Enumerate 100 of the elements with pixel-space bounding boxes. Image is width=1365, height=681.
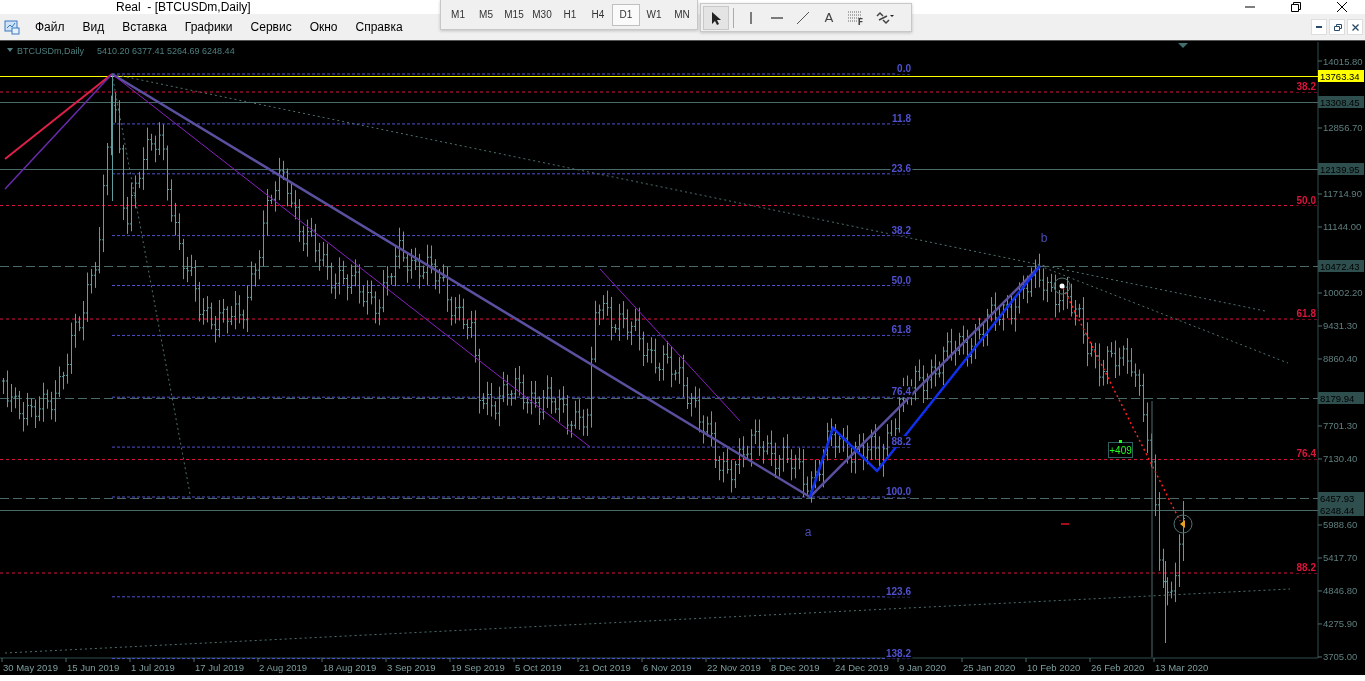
trend-line-icon [795,9,811,26]
axis-tick [1317,656,1323,658]
axis-tick [1317,193,1323,195]
timeframe-button[interactable]: M1 [444,3,472,26]
date-axis-label: 26 Feb 2020 [1091,662,1145,673]
date-axis-label: 24 Dec 2019 [835,662,889,673]
date-axis-label: 18 Aug 2019 [323,662,377,673]
timeframe-button[interactable]: W1 [640,3,668,26]
fibonacci-level-label: 38.2 [891,224,911,236]
menu-item[interactable]: Вставка [113,17,176,37]
axis-tick [1317,590,1323,592]
axis-tick [1317,127,1323,129]
axis-tick [1317,458,1323,460]
date-axis-label: 3 Sep 2019 [387,662,436,673]
collapse-triangle-icon[interactable] [7,48,13,52]
vertical-line-icon [750,11,752,24]
menu-item[interactable]: Справка [346,17,412,37]
menu-item[interactable]: Окно [300,17,347,37]
fibonacci-level-label: 11.8 [892,112,911,124]
wave-label: b [1040,231,1048,245]
date-axis-label: 9 Jan 2020 [899,662,946,673]
mdi-restore-button[interactable] [1329,19,1345,35]
mdi-close-button[interactable] [1347,19,1363,35]
date-axis-label: 17 Jul 2019 [195,662,245,673]
axis-tick [577,657,579,663]
axis-tick [1317,358,1323,360]
axis-tick [193,657,195,663]
price-tag-label: 8179.94 [1320,392,1355,404]
axis-tick [641,657,643,663]
close-icon[interactable] [1336,1,1348,13]
price-tag-label: 13308.45 [1320,96,1360,108]
axis-tick [1,657,3,663]
horizontal-line-icon [771,16,783,19]
profit-label: +409 [1108,440,1133,458]
fibonacci-level-label: 123.6 [885,585,911,597]
date-axis-label: 2 Aug 2019 [259,662,308,673]
chart-shift-marker-icon[interactable] [1178,43,1188,48]
fibonacci-level-label: 76.4 [891,386,911,398]
menu-item[interactable]: Сервис [241,17,301,37]
drawing-tool-button[interactable]: A [816,5,842,30]
price-tag-label: 10472.43 [1320,260,1360,272]
price-axis-label: 7130.40 [1323,453,1358,465]
timeframe-button[interactable]: M30 [528,3,556,26]
axis-tick [1317,524,1323,526]
timeframe-button[interactable]: D1 [612,3,640,26]
mdi-minimize-button[interactable] [1311,19,1327,35]
drawing-tool-button[interactable] [703,5,729,30]
timeframe-button[interactable]: MN [668,3,696,26]
price-tag-label: 6457.93 [1320,492,1355,504]
price-axis-label: 14015.80 [1323,55,1363,67]
point-marker-icon[interactable] [1173,514,1193,534]
timeframe-button[interactable]: M15 [500,3,528,26]
price-axis-label: 9431.30 [1323,320,1358,332]
price-tag-label: 6248.44 [1320,504,1355,516]
date-axis-label: 19 Sep 2019 [451,662,505,673]
date-axis-label: 6 Nov 2019 [643,662,692,673]
fibonacci-level-label: 0.0 [897,63,911,74]
price-axis-label: 5417.70 [1323,552,1358,564]
fibonacci-level-label: 50.0 [891,274,911,286]
drawing-tool-button[interactable]: F [842,5,868,30]
fibonacci-level-label: 88.2 [1296,562,1316,573]
menu-item[interactable]: Вид [73,17,114,37]
price-axis-label: 7701.30 [1323,420,1358,432]
price-axis-label: 11144.00 [1323,221,1362,233]
axis-tick [769,657,771,663]
point-marker-icon[interactable] [1053,277,1071,295]
date-axis-label: 13 Mar 2020 [1155,662,1209,673]
axis-tick [1317,292,1323,294]
date-axis-label: 8 Dec 2019 [771,662,820,673]
axis-tick [1317,425,1323,427]
axis-tick [1317,60,1323,62]
app-chart-icon[interactable] [4,19,20,35]
axis-tick [1089,657,1091,663]
axis-tick [1025,657,1027,663]
timeframe-button[interactable]: M5 [472,3,500,26]
price-axis-label: 10002.20 [1323,287,1363,299]
fibonacci-level-label: 50.0 [1296,194,1316,206]
axis-tick [449,657,451,663]
fibonacci-level-label: 61.8 [891,324,911,336]
menu-item[interactable]: Графики [175,17,242,37]
axis-tick [257,657,259,663]
date-axis-label: 22 Nov 2019 [707,662,761,673]
mdi-close-icon [1350,22,1360,32]
axis-tick [385,657,387,663]
date-axis-label: 10 Feb 2020 [1027,662,1081,673]
fibonacci-level-label: 88.2 [891,436,911,448]
axis-tick [961,657,963,663]
fibonacci-level-label: 23.6 [891,162,911,174]
restore-icon[interactable] [1290,1,1302,13]
timeframe-button[interactable]: H1 [556,3,584,26]
date-axis-label: 30 May 2019 [3,662,58,673]
menu-item[interactable]: Файл [26,17,74,37]
fibonacci-level-label: 76.4 [1296,448,1316,460]
fibonacci-level-label: 138.2 [885,647,911,659]
date-axis-label: 1 Jul 2019 [131,662,175,673]
price-tag-label: 13763.34 [1320,70,1360,82]
chart-symbol: BTCUSDm,Daily [17,46,84,56]
timeframe-button[interactable]: H4 [584,3,612,26]
axis-tick [1317,623,1323,625]
date-axis-label: 5 Oct 2019 [515,662,562,673]
